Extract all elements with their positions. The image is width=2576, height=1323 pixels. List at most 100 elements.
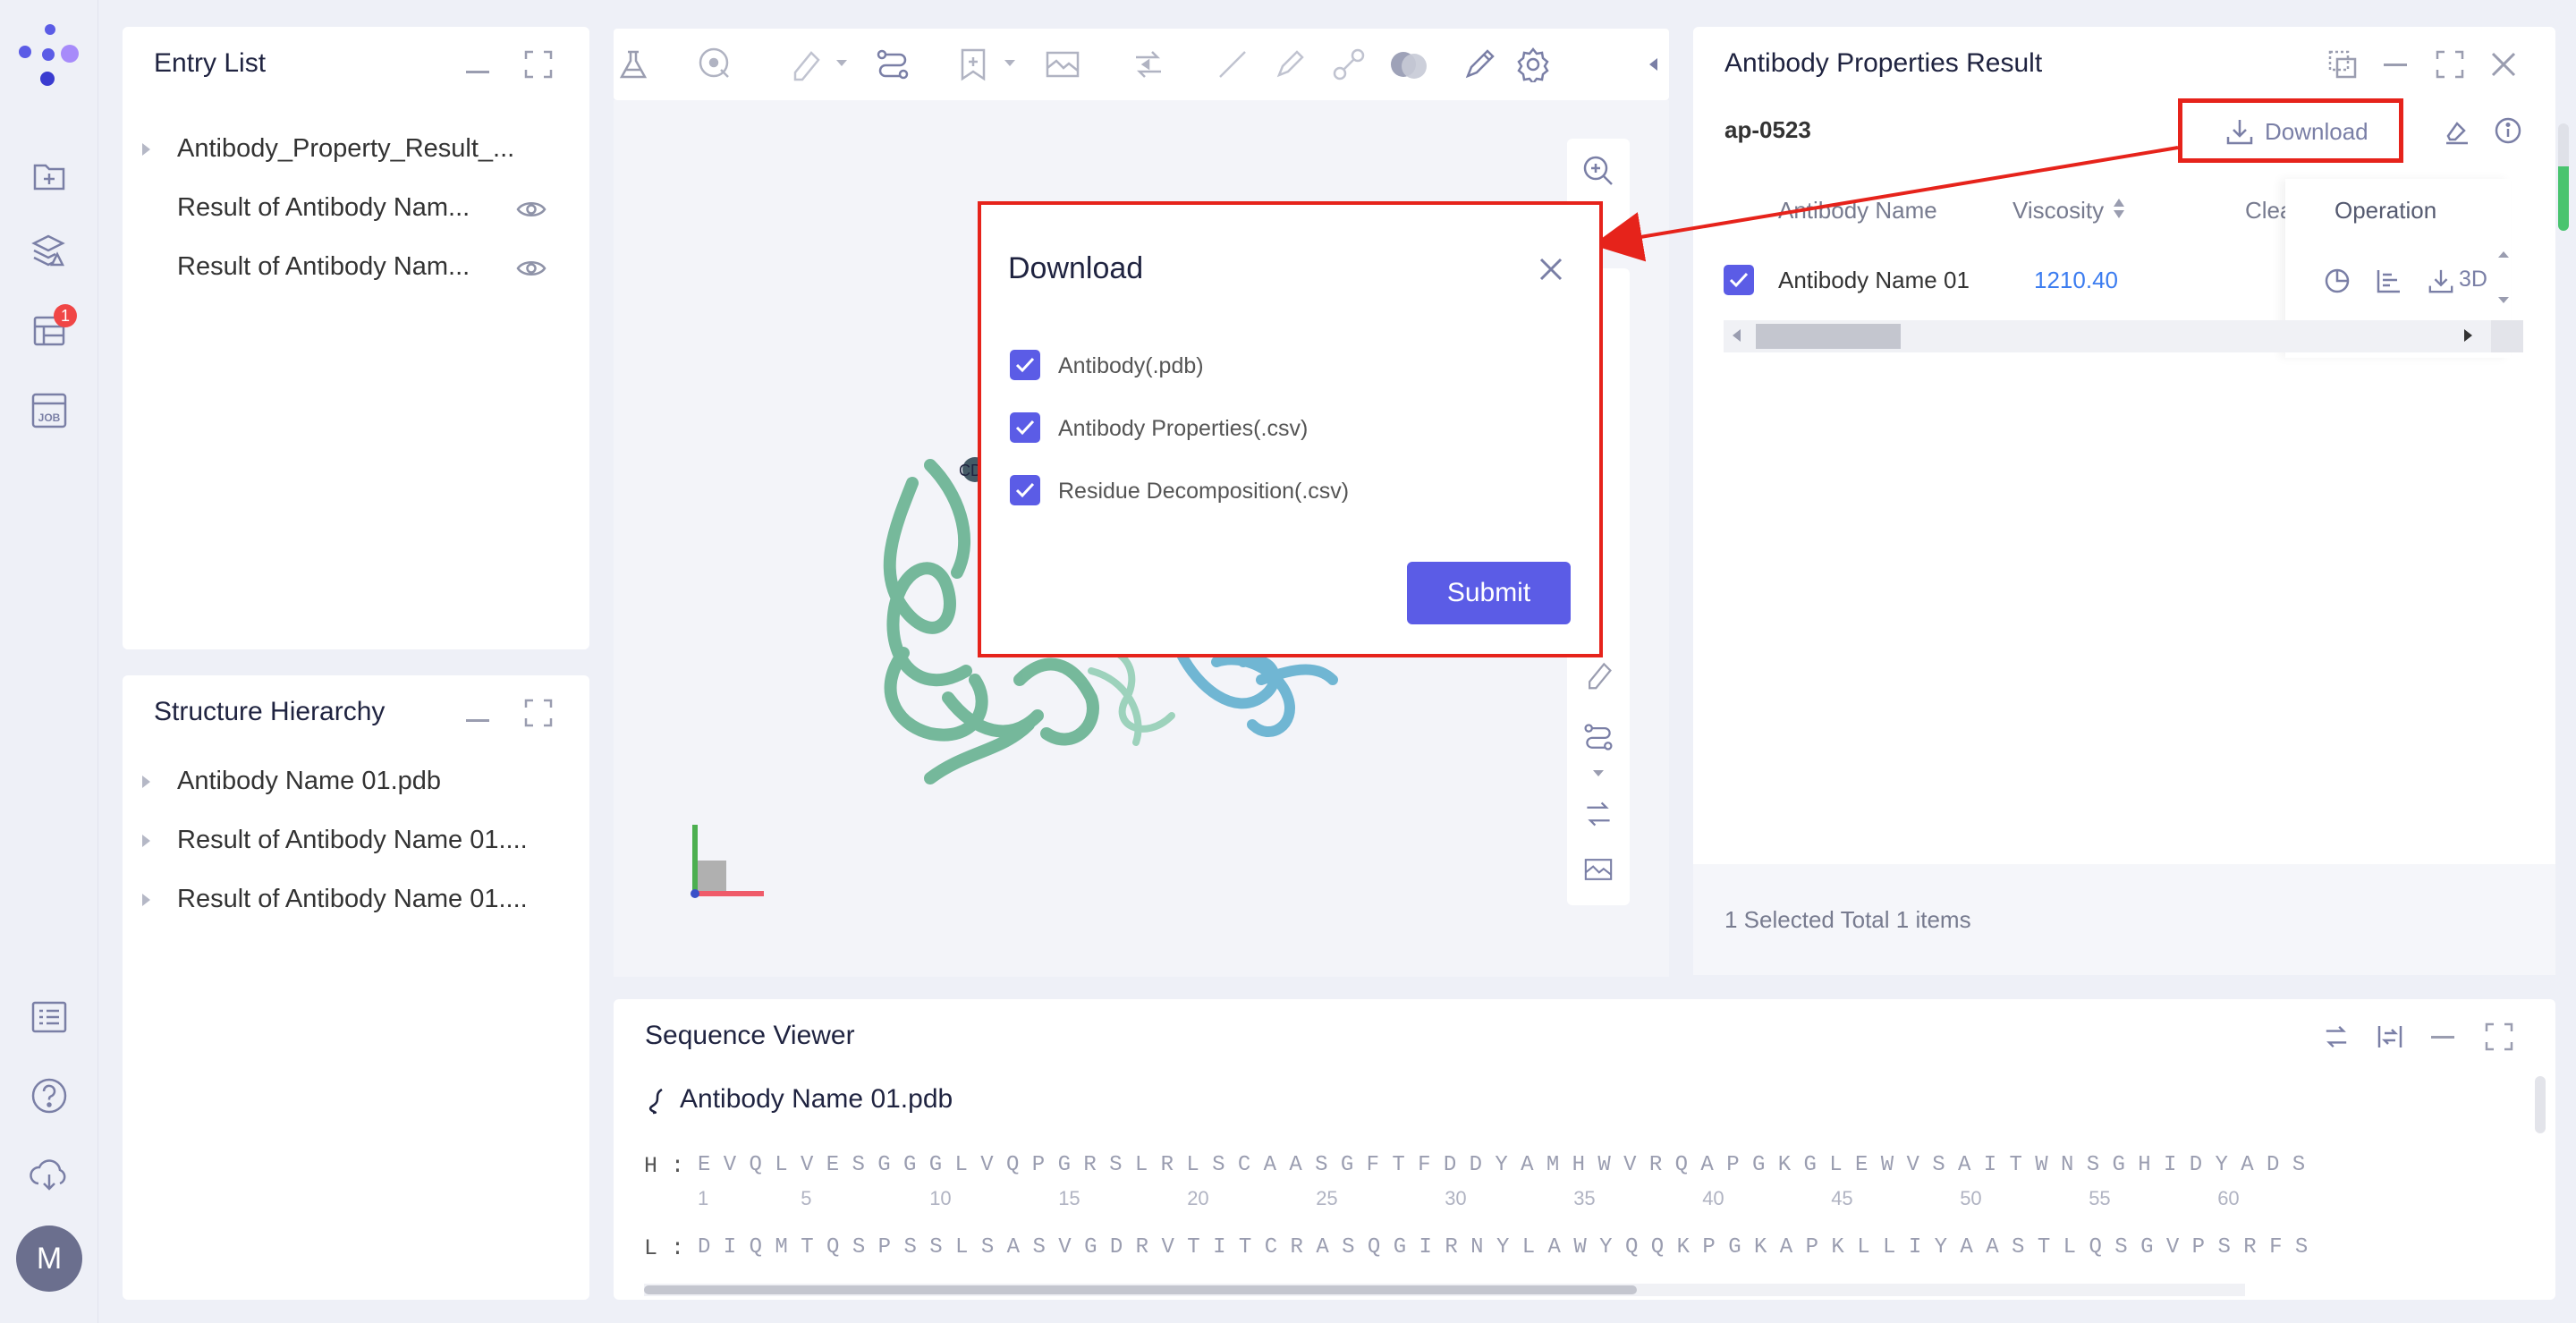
axes-indicator [691, 825, 764, 898]
download-icon [2222, 114, 2258, 149]
swap-icon[interactable] [1579, 794, 1618, 834]
collapse-left-icon[interactable] [1642, 54, 1664, 75]
help-icon[interactable] [27, 1073, 72, 1118]
download-label: Download [2265, 118, 2368, 145]
map-icon[interactable] [1043, 45, 1082, 84]
expand-caret[interactable] [142, 835, 150, 847]
expand-caret[interactable] [142, 776, 150, 788]
scroll-down-icon[interactable] [2495, 292, 2512, 310]
entry-item[interactable]: Antibody_Property_Result_... [177, 134, 514, 164]
download-dialog-title: Download [1008, 251, 1144, 285]
route-icon[interactable] [873, 45, 912, 84]
surface-icon[interactable] [1388, 45, 1431, 84]
column-header-operation: Operation [2334, 197, 2437, 224]
option-label-properties[interactable]: Antibody Properties(.csv) [1058, 416, 1308, 442]
route-icon[interactable] [1579, 717, 1618, 757]
sequence-position-number: 35 [1573, 1187, 1596, 1209]
annotation-arrow [1592, 146, 2179, 262]
molecule-file-icon [644, 1085, 671, 1117]
result-panel-title: Antibody Properties Result [1724, 48, 2043, 78]
align-icon[interactable] [2372, 1019, 2408, 1055]
swap-icon[interactable] [2318, 1019, 2354, 1055]
swap-icon[interactable] [1129, 45, 1168, 84]
download-button[interactable]: Download [2178, 98, 2403, 163]
maximize-icon[interactable] [522, 48, 555, 81]
eye-icon[interactable] [514, 193, 548, 225]
target-select-icon[interactable] [696, 45, 735, 84]
sequence-position-number: 20 [1187, 1187, 1209, 1209]
settings-icon[interactable] [1513, 45, 1553, 84]
map-icon[interactable] [1579, 850, 1618, 889]
pen-icon[interactable] [1460, 45, 1499, 84]
new-project-icon[interactable] [27, 154, 72, 199]
structure-item[interactable]: Result of Antibody Name 01.... [177, 826, 528, 855]
expand-caret[interactable] [142, 894, 150, 906]
horizontal-scrollbar[interactable] [1724, 320, 2523, 352]
submit-button[interactable]: Submit [1407, 562, 1571, 624]
minimize-icon[interactable] [464, 708, 491, 734]
entry-list-title: Entry List [154, 48, 267, 78]
clear-format-icon[interactable] [2439, 113, 2475, 148]
close-icon[interactable] [1533, 251, 1569, 287]
maximize-icon[interactable] [2432, 47, 2468, 82]
minimize-icon[interactable] [464, 59, 491, 86]
expand-caret[interactable] [142, 143, 150, 156]
row-checkbox[interactable] [1724, 265, 1754, 295]
option-label-residue[interactable]: Residue Decomposition(.csv) [1058, 479, 1349, 505]
job-icon-label: JOB [38, 411, 61, 424]
avatar[interactable]: M [16, 1225, 82, 1292]
job-id: ap-0523 [1724, 116, 1811, 143]
app-logo[interactable] [16, 21, 82, 88]
structure-item[interactable]: Antibody Name 01.pdb [177, 767, 441, 796]
chevron-down-icon[interactable] [834, 55, 850, 72]
light-chain-sequence[interactable]: D I Q M T Q S P S S L S A S V G D R V T … [698, 1235, 2308, 1259]
bar-chart-icon[interactable] [2371, 263, 2407, 299]
minimize-icon[interactable] [2428, 1022, 2458, 1053]
option-label-pdb[interactable]: Antibody(.pdb) [1058, 353, 1204, 379]
close-icon[interactable] [2486, 47, 2521, 82]
flask-icon[interactable] [614, 45, 653, 84]
scroll-left-icon[interactable] [1733, 329, 1741, 342]
line-icon[interactable] [1213, 45, 1252, 84]
heavy-chain-sequence[interactable]: E V Q L V E S G G G L V Q P G R S L R L … [698, 1153, 2305, 1177]
download-icon[interactable] [2423, 263, 2459, 299]
scroll-up-icon[interactable] [2495, 245, 2512, 263]
structure-item[interactable]: Result of Antibody Name 01.... [177, 885, 528, 914]
info-icon[interactable] [2490, 113, 2526, 148]
cloud-sync-icon[interactable] [25, 1152, 73, 1197]
minimize-icon[interactable] [2380, 50, 2411, 81]
copy-icon[interactable] [2325, 47, 2360, 82]
download-dialog: Download Antibody(.pdb) Antibody Propert… [978, 201, 1603, 657]
eraser-icon[interactable] [1579, 655, 1618, 694]
eraser-icon[interactable] [785, 45, 825, 84]
job-icon[interactable]: JOB [27, 388, 72, 433]
sequence-position-number: 25 [1316, 1187, 1338, 1209]
scrollbar-corner [2491, 320, 2523, 352]
option-checkbox-properties[interactable] [1010, 412, 1040, 443]
chevron-down-icon[interactable] [1590, 766, 1606, 782]
viscosity-cell[interactable]: 1210.40 [2034, 267, 2118, 294]
entry-item[interactable]: Result of Antibody Nam... [177, 252, 470, 282]
scrollbar-thumb[interactable] [1756, 324, 1901, 349]
sequence-vertical-scrollbar[interactable] [2535, 1076, 2546, 1133]
entry-item[interactable]: Result of Antibody Nam... [177, 193, 470, 223]
view-3d-button[interactable]: 3D [2459, 267, 2487, 293]
eye-icon[interactable] [514, 252, 548, 284]
scroll-right-icon[interactable] [2464, 329, 2472, 342]
sequence-scrollbar[interactable] [644, 1284, 2245, 1296]
maximize-icon[interactable] [522, 697, 555, 729]
maximize-icon[interactable] [2481, 1019, 2517, 1055]
sequence-position-number: 60 [2217, 1187, 2240, 1209]
page-scrollbar[interactable] [2558, 123, 2569, 231]
pencil-light-icon[interactable] [1270, 45, 1309, 84]
sequence-scrollbar-thumb[interactable] [644, 1285, 1637, 1294]
chevron-down-icon[interactable] [1002, 55, 1018, 72]
pie-chart-icon[interactable] [2319, 263, 2355, 299]
bookmark-add-icon[interactable] [955, 45, 995, 84]
option-checkbox-residue[interactable] [1010, 475, 1040, 505]
task-list-icon[interactable] [27, 995, 72, 1039]
link-node-icon[interactable] [1329, 45, 1368, 84]
option-checkbox-pdb[interactable] [1010, 350, 1040, 380]
notification-badge: 1 [54, 304, 77, 327]
layers-icon[interactable] [27, 229, 72, 274]
